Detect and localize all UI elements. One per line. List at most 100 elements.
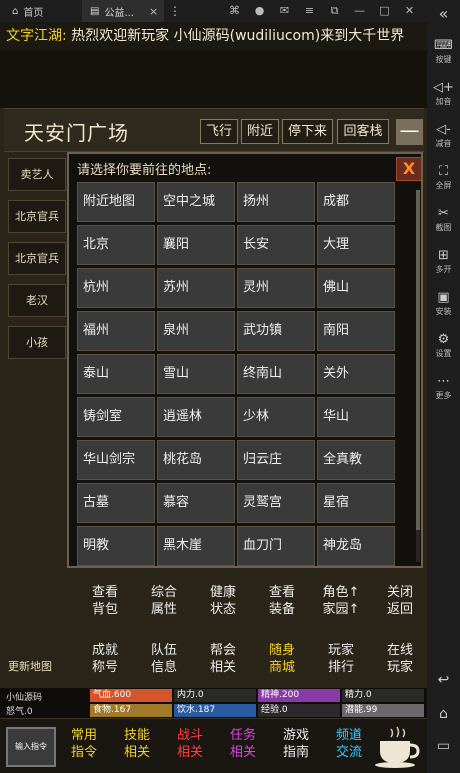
bottom-menu-button[interactable]: 游戏 指南 — [268, 727, 324, 761]
npc-item[interactable]: 北京官兵 — [8, 200, 66, 233]
destination-button[interactable]: 慕容 — [157, 483, 235, 523]
player-name: 小仙源码 — [6, 693, 43, 703]
npc-item[interactable]: 北京官兵 — [8, 242, 66, 275]
app-tab[interactable]: ▤ 公益... × — [82, 0, 164, 22]
return-inn-button[interactable]: 回客栈 — [337, 119, 389, 144]
status-bar: 气血.600 — [90, 689, 172, 702]
stop-button[interactable]: 停下来 — [282, 119, 333, 144]
destination-button[interactable]: 襄阳 — [157, 225, 235, 265]
destination-button[interactable]: 归云庄 — [237, 440, 315, 480]
destination-button[interactable]: 灵州 — [237, 268, 315, 308]
fly-button[interactable]: 飞行 — [200, 119, 238, 144]
destination-button[interactable]: 明教 — [77, 526, 155, 566]
command-button[interactable]: 成就 称号 — [79, 642, 131, 676]
keyboard-button[interactable]: ⌨ 按键 — [427, 38, 460, 65]
update-map-button[interactable]: 更新地图 — [8, 658, 52, 674]
destination-button[interactable]: 空中之城 — [157, 182, 235, 222]
destination-button[interactable]: 华山 — [317, 397, 395, 437]
destination-button[interactable]: 少林 — [237, 397, 315, 437]
bottom-menu-button[interactable]: 常用 指令 — [56, 727, 112, 761]
npc-item[interactable]: 卖艺人 — [8, 158, 66, 191]
command-panel: 查看 背包 综合 属性 健康 状态 查看 装备 角色↑ 家园↑ 关闭 返回成就 称号 队伍 信息 帮会 相关 随身… — [67, 572, 423, 686]
bottom-menu-button[interactable]: 任务 相关 — [215, 727, 271, 761]
install-button[interactable]: ▣ 安装 — [427, 290, 460, 317]
bottom-menu-button[interactable]: 战斗 相关 — [162, 727, 218, 761]
npc-item[interactable]: 小孩 — [8, 326, 66, 359]
destination-button[interactable]: 神龙岛 — [317, 526, 395, 566]
command-button[interactable]: 队伍 信息 — [138, 642, 190, 676]
destination-button[interactable]: 血刀门 — [237, 526, 315, 566]
command-button[interactable]: 帮会 相关 — [197, 642, 249, 676]
destination-button[interactable]: 逍遥林 — [157, 397, 235, 437]
destination-button[interactable]: 成都 — [317, 182, 395, 222]
screenshot-button[interactable]: ✂ 截图 — [427, 206, 460, 233]
volume-down-button[interactable]: ◁- 减音 — [427, 122, 460, 149]
status-bar: 内力.0 — [174, 689, 256, 702]
gamepad-icon[interactable]: ⌘ — [222, 0, 247, 22]
command-button[interactable]: 随身 商城 — [256, 642, 308, 676]
destination-button[interactable]: 南阳 — [317, 311, 395, 351]
destination-button[interactable]: 黑木崖 — [157, 526, 235, 566]
destination-button[interactable]: 附近地图 — [77, 182, 155, 222]
user-icon[interactable]: ● — [247, 0, 272, 22]
npc-item[interactable]: 老汉 — [8, 284, 66, 317]
status-bar-label: 精神.200 — [261, 690, 300, 700]
command-button[interactable]: 查看 背包 — [79, 584, 131, 618]
destination-button[interactable]: 星宿 — [317, 483, 395, 523]
more-button[interactable]: ⋯ 更多 — [427, 374, 460, 401]
destination-button[interactable]: 福州 — [77, 311, 155, 351]
destination-button[interactable]: 终南山 — [237, 354, 315, 394]
close-window-icon[interactable]: ✕ — [397, 0, 422, 22]
maximize-window-icon[interactable]: □ — [372, 0, 397, 22]
teacup-icon[interactable] — [372, 723, 422, 769]
destination-button[interactable]: 泉州 — [157, 311, 235, 351]
destination-button[interactable]: 灵鹫宫 — [237, 483, 315, 523]
input-command-button[interactable]: 输入指令 — [6, 727, 56, 767]
minimize-panel-button[interactable]: — — [396, 119, 423, 145]
volume-up-button[interactable]: ◁+ 加音 — [427, 80, 460, 107]
dialog-scrollbar-thumb[interactable] — [416, 190, 420, 530]
home-nav-icon[interactable]: ⌂ — [427, 706, 460, 722]
command-button[interactable]: 玩家 排行 — [315, 642, 367, 676]
bottom-menu-button[interactable]: 技能 相关 — [109, 727, 165, 761]
destination-button[interactable]: 长安 — [237, 225, 315, 265]
recent-apps-icon[interactable]: ▭ — [427, 738, 460, 754]
command-button[interactable]: 查看 装备 — [256, 584, 308, 618]
command-button[interactable]: 健康 状态 — [197, 584, 249, 618]
list-menu-icon[interactable]: ≡ — [297, 0, 322, 22]
destination-button[interactable]: 桃花岛 — [157, 440, 235, 480]
minimize-window-icon[interactable]: — — [347, 0, 372, 22]
destination-button[interactable]: 佛山 — [317, 268, 395, 308]
destination-button[interactable]: 苏州 — [157, 268, 235, 308]
mail-icon[interactable]: ✉ — [272, 0, 297, 22]
settings-button[interactable]: ⚙ 设置 — [427, 332, 460, 359]
restore-icon[interactable]: ⧉ — [322, 0, 347, 22]
back-icon[interactable]: ↩ — [427, 672, 460, 688]
destination-button[interactable]: 北京 — [77, 225, 155, 265]
destination-button[interactable]: 全真教 — [317, 440, 395, 480]
command-label-line2: 家园↑ — [322, 602, 360, 617]
destination-button[interactable]: 大理 — [317, 225, 395, 265]
command-button[interactable]: 角色↑ 家园↑ — [315, 584, 367, 618]
command-button[interactable]: 综合 属性 — [138, 584, 190, 618]
home-tab[interactable]: ⌂ 首页 — [0, 0, 80, 22]
destination-button[interactable]: 武功镇 — [237, 311, 315, 351]
bottom-menu-button[interactable]: 频道 交流 — [321, 727, 377, 761]
destination-button[interactable]: 泰山 — [77, 354, 155, 394]
destination-button[interactable]: 扬州 — [237, 182, 315, 222]
destination-button[interactable]: 华山剑宗 — [77, 440, 155, 480]
destination-button[interactable]: 关外 — [317, 354, 395, 394]
destination-button[interactable]: 杭州 — [77, 268, 155, 308]
nearby-button[interactable]: 附近 — [241, 119, 279, 144]
destination-button[interactable]: 铸剑室 — [77, 397, 155, 437]
dialog-close-button[interactable]: X — [396, 157, 422, 181]
command-button[interactable]: 关闭 返回 — [374, 584, 426, 618]
fullscreen-button[interactable]: ⛶ 全屏 — [427, 164, 460, 191]
tab-close-icon[interactable]: × — [149, 5, 158, 18]
tab-menu-icon[interactable]: ⋮ — [168, 0, 182, 22]
command-button[interactable]: 在线 玩家 — [374, 642, 426, 676]
collapse-toolbar-icon[interactable]: « — [427, 4, 460, 23]
multi-open-button[interactable]: ⊞ 多开 — [427, 248, 460, 275]
destination-button[interactable]: 雪山 — [157, 354, 235, 394]
destination-button[interactable]: 古墓 — [77, 483, 155, 523]
